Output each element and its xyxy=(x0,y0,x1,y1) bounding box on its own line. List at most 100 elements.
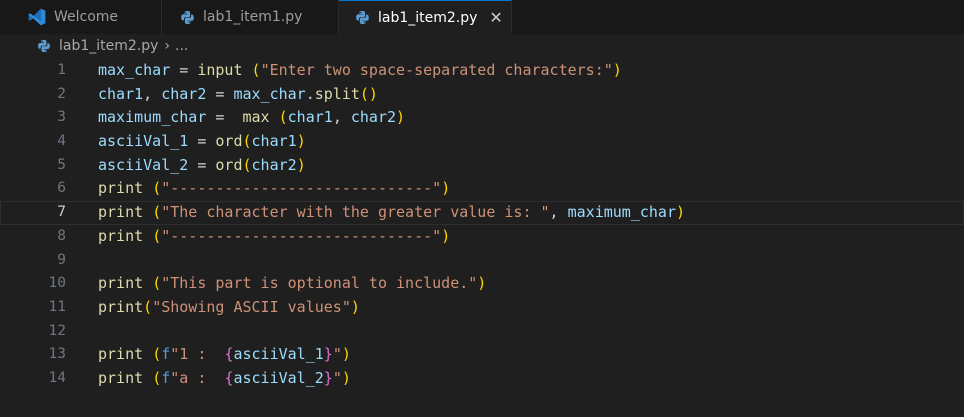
code-text: char1, char2 = max_char.split() xyxy=(98,83,378,107)
code-line[interactable]: 11 print("Showing ASCII values") xyxy=(0,296,964,320)
tab-label: Welcome xyxy=(54,9,119,25)
code-token: asciiVal_2 xyxy=(98,155,189,174)
line-number: 10 xyxy=(48,275,66,292)
code-token: ( xyxy=(152,274,162,293)
line-number: 3 xyxy=(57,109,66,126)
code-token: "This part is optional to include." xyxy=(161,274,478,293)
code-token: "The character with the greater value is… xyxy=(161,203,550,222)
code-token: max xyxy=(242,108,270,127)
line-number: 4 xyxy=(57,133,66,150)
code-line[interactable]: 14 print (f"a : {asciiVal_2}") xyxy=(0,367,964,391)
code-text: print("Showing ASCII values") xyxy=(98,296,360,320)
code-token: , xyxy=(143,84,162,103)
code-token: " xyxy=(332,368,342,387)
vscode-window: Welcome lab1_item1.py lab1_item2.py ✕ la… xyxy=(0,0,964,417)
line-number: 8 xyxy=(57,227,66,244)
code-token: ) xyxy=(296,155,306,174)
code-token: " xyxy=(332,345,342,364)
code-line[interactable]: 10 print ("This part is optional to inclu… xyxy=(0,272,964,296)
code-token: ) xyxy=(441,179,451,198)
code-token: max_char xyxy=(98,61,171,79)
code-token: print xyxy=(98,203,144,222)
close-icon[interactable]: ✕ xyxy=(489,9,502,26)
breadcrumb: lab1_item2.py › ... xyxy=(0,34,964,58)
code-line[interactable]: 3 maximum_char = max (char1, char2) xyxy=(0,106,964,130)
code-text: print ("-----------------------------") xyxy=(98,177,450,201)
code-token: char2 xyxy=(161,84,207,103)
code-line[interactable]: 5 asciiVal_2 = ord(char2) xyxy=(0,154,964,178)
code-token: , xyxy=(549,203,568,222)
code-token: } xyxy=(323,345,333,364)
code-token: f xyxy=(161,345,171,364)
code-text: print ("-----------------------------") xyxy=(98,225,450,249)
code-token: ( xyxy=(278,108,288,127)
code-editor[interactable]: 1 max_char = input ("Enter two space-sepa… xyxy=(0,59,964,417)
code-token: ( xyxy=(152,345,162,364)
line-number: 12 xyxy=(48,322,66,339)
code-line[interactable]: 8 print ("-----------------------------") xyxy=(0,225,964,249)
code-line[interactable]: 7 print ("The character with the greater … xyxy=(0,201,964,225)
code-token: input xyxy=(197,61,243,79)
code-token: ( xyxy=(152,368,162,387)
code-token: print xyxy=(98,274,144,293)
line-number: 2 xyxy=(57,85,66,102)
tab-lab1-item1[interactable]: lab1_item1.py xyxy=(162,0,339,34)
code-token: maximum_char xyxy=(567,203,676,222)
tab-welcome[interactable]: Welcome xyxy=(0,0,162,34)
tab-lab1-item2[interactable]: lab1_item2.py ✕ xyxy=(339,0,512,34)
code-text: print (f"a : {asciiVal_2}") xyxy=(98,367,351,391)
code-token: () xyxy=(359,84,378,103)
code-token: print xyxy=(98,179,144,198)
code-line[interactable]: 2 char1, char2 = max_char.split() xyxy=(0,83,964,107)
code-line[interactable]: 9 xyxy=(0,249,964,273)
line-number: 13 xyxy=(48,346,66,363)
code-token: asciiVal_2 xyxy=(233,368,324,387)
code-token: = xyxy=(170,61,198,79)
code-line[interactable]: 12 xyxy=(0,320,964,344)
line-number: 7 xyxy=(57,204,66,221)
code-line[interactable]: 6 print ("-----------------------------") xyxy=(0,177,964,201)
code-token: ( xyxy=(242,132,252,151)
code-token: ( xyxy=(242,155,252,174)
code-token: char2 xyxy=(251,155,297,174)
python-icon xyxy=(356,10,369,25)
code-text: asciiVal_1 = ord(char1) xyxy=(98,130,306,154)
code-text: print ("This part is optional to include… xyxy=(98,272,486,296)
code-token: ( xyxy=(152,226,162,245)
code-text: print (f"1 : {asciiVal_1}") xyxy=(98,343,351,367)
line-number: 9 xyxy=(57,251,66,268)
breadcrumb-file[interactable]: lab1_item2.py xyxy=(59,38,158,54)
code-token: asciiVal_1 xyxy=(98,132,189,151)
code-line[interactable]: 1 max_char = input ("Enter two space-sepa… xyxy=(0,59,964,83)
python-icon xyxy=(181,10,194,24)
breadcrumb-symbols[interactable]: ... xyxy=(175,38,188,54)
code-token: asciiVal_1 xyxy=(233,345,324,364)
code-token: ( xyxy=(152,179,162,198)
code-token: ) xyxy=(341,345,351,364)
code-token: "Showing ASCII values" xyxy=(152,297,351,316)
code-token: ord xyxy=(215,155,243,174)
chevron-right-icon: › xyxy=(164,38,171,54)
code-token: "a : xyxy=(170,368,225,387)
code-token: = xyxy=(188,132,216,151)
code-token: split xyxy=(314,84,360,103)
code-token: char2 xyxy=(350,108,397,127)
code-token: print xyxy=(98,297,144,316)
code-token: = xyxy=(206,108,243,127)
code-token: max_char xyxy=(233,84,306,103)
code-token: print xyxy=(98,368,144,387)
code-text: maximum_char = max (char1, char2) xyxy=(98,106,405,130)
tab-bar-empty-space xyxy=(512,0,964,34)
code-line[interactable]: 4 asciiVal_1 = ord(char1) xyxy=(0,130,964,154)
code-token: print xyxy=(98,226,144,245)
code-token: ) xyxy=(477,274,487,293)
code-line[interactable]: 13 print (f"1 : {asciiVal_1}") xyxy=(0,343,964,367)
